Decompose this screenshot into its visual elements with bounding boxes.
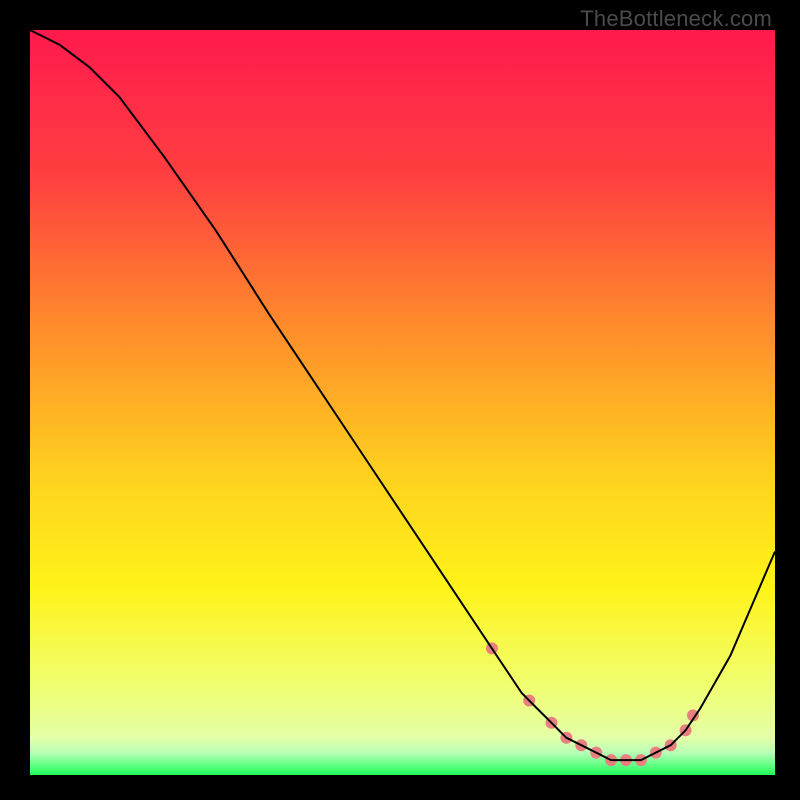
plot-background xyxy=(30,30,775,775)
watermark-text: TheBottleneck.com xyxy=(580,6,772,32)
plot-svg xyxy=(0,0,800,800)
chart-container: { "watermark": "TheBottleneck.com", "cha… xyxy=(0,0,800,800)
